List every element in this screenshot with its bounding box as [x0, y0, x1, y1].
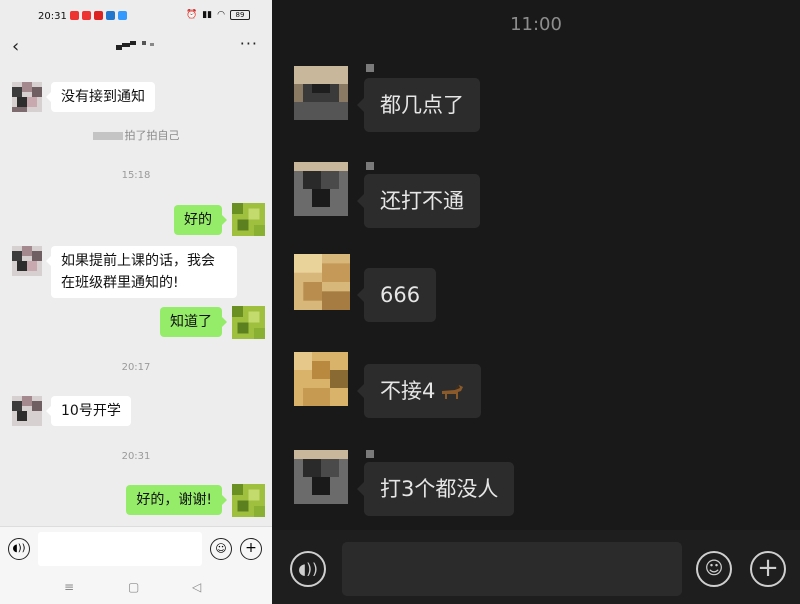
message-bubble[interactable]: 10号开学 — [46, 396, 131, 426]
message-bubble[interactable]: 不接4 — [356, 364, 482, 418]
contact-avatar[interactable] — [294, 450, 348, 504]
app-icon — [106, 11, 115, 20]
alarm-icon: ⏰ — [186, 10, 198, 20]
emoji-icon[interactable]: ☺ — [210, 538, 232, 560]
notification-icons — [70, 11, 127, 20]
timestamp: 11:00 — [510, 14, 562, 35]
dark-chat-screen: 11:00 都几点了 还打不通 666 不接4 打3个都没人 ◖)) ☺ + — [272, 0, 800, 604]
contact-avatar[interactable] — [12, 82, 42, 112]
light-chat-screen: 20:31 ⏰ ▮▮ ◠ 89 ‹ ··· 没有接到通知 拍了拍自己 15:18… — [0, 0, 272, 604]
app-icon — [82, 11, 91, 20]
chat-header: ‹ ··· — [0, 30, 272, 64]
contact-avatar[interactable] — [294, 252, 350, 312]
input-bar: ◖)) ☺ + — [0, 526, 272, 572]
signal-icon: ▮▮ — [202, 10, 213, 20]
contact-name-redacted — [116, 41, 156, 51]
message-bubble-sent[interactable]: 好的 — [174, 205, 227, 235]
emoji-icon[interactable]: ☺ — [696, 551, 732, 587]
app-icon — [118, 11, 127, 20]
back-nav-icon[interactable]: ◁ — [192, 580, 201, 594]
contact-avatar[interactable] — [294, 352, 348, 406]
plus-icon[interactable]: + — [750, 551, 786, 587]
redacted-name — [92, 132, 123, 140]
message-bubble-sent[interactable]: 好的，谢谢! — [126, 485, 227, 515]
self-avatar[interactable] — [232, 203, 265, 236]
plus-icon[interactable]: + — [240, 538, 262, 560]
wifi-icon: ◠ — [217, 10, 225, 20]
message-bubble-sent[interactable]: 知道了 — [160, 307, 227, 337]
timestamp: 20:31 — [121, 451, 151, 462]
voice-icon[interactable]: ◖)) — [290, 551, 326, 587]
timestamp: 20:17 — [121, 362, 151, 373]
contact-avatar[interactable] — [294, 66, 348, 120]
message-bubble[interactable]: 打3个都没人 — [356, 462, 515, 516]
sender-name-redacted — [366, 450, 374, 458]
battery-icon: 89 — [230, 10, 250, 20]
horse-emoji — [442, 385, 464, 399]
sender-name-redacted — [366, 162, 374, 170]
message-input[interactable] — [342, 542, 682, 596]
contact-avatar[interactable] — [294, 162, 348, 216]
more-icon[interactable]: ··· — [240, 34, 258, 53]
system-nav-bar: ≡ ▢ ◁ — [0, 572, 272, 604]
status-right: ⏰ ▮▮ ◠ 89 — [186, 10, 250, 20]
contact-avatar[interactable] — [12, 396, 42, 426]
voice-icon[interactable]: ◖)) — [8, 538, 30, 560]
menu-icon[interactable]: ≡ — [64, 580, 74, 594]
message-bubble[interactable]: 都几点了 — [357, 78, 480, 132]
back-icon[interactable]: ‹ — [12, 36, 19, 57]
message-text: 不接4 — [380, 379, 436, 403]
contact-avatar[interactable] — [12, 246, 42, 276]
sender-name-redacted — [366, 64, 374, 72]
status-time: 20:31 — [38, 11, 67, 22]
self-avatar[interactable] — [232, 484, 265, 517]
app-icon — [94, 11, 103, 20]
input-bar: ◖)) ☺ + — [272, 530, 800, 604]
message-bubble[interactable]: 如果提前上课的话，我会在班级群里通知的! — [46, 246, 237, 298]
message-bubble[interactable]: 还打不通 — [357, 174, 480, 228]
pat-notice: 拍了拍自己 — [0, 127, 272, 143]
self-avatar[interactable] — [232, 306, 265, 339]
status-bar: 20:31 ⏰ ▮▮ ◠ 89 — [0, 0, 272, 30]
app-icon — [70, 11, 79, 20]
message-bubble[interactable]: 没有接到通知 — [46, 82, 155, 112]
home-icon[interactable]: ▢ — [128, 580, 139, 594]
message-input[interactable] — [38, 532, 202, 566]
timestamp: 15:18 — [121, 170, 151, 181]
message-bubble[interactable]: 666 — [356, 268, 437, 322]
